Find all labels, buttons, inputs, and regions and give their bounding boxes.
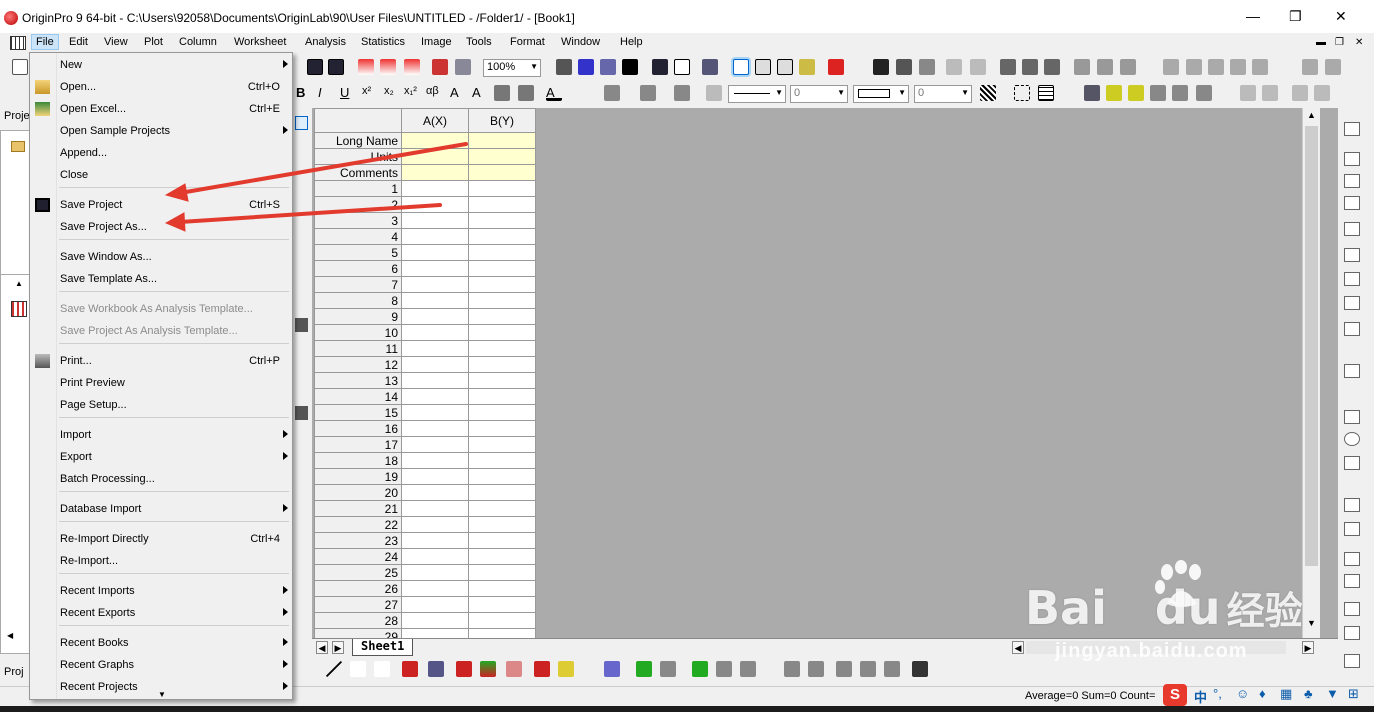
arrow-save-project-as-head xyxy=(164,212,186,232)
arrow-save-project-as xyxy=(178,203,442,224)
watermark-brand: Bai du 经验 xyxy=(1025,581,1303,635)
arrow-save-project xyxy=(178,142,468,195)
arrow-save-project-head xyxy=(164,183,189,202)
watermark-url: jingyan.baidu.com xyxy=(1055,640,1248,662)
